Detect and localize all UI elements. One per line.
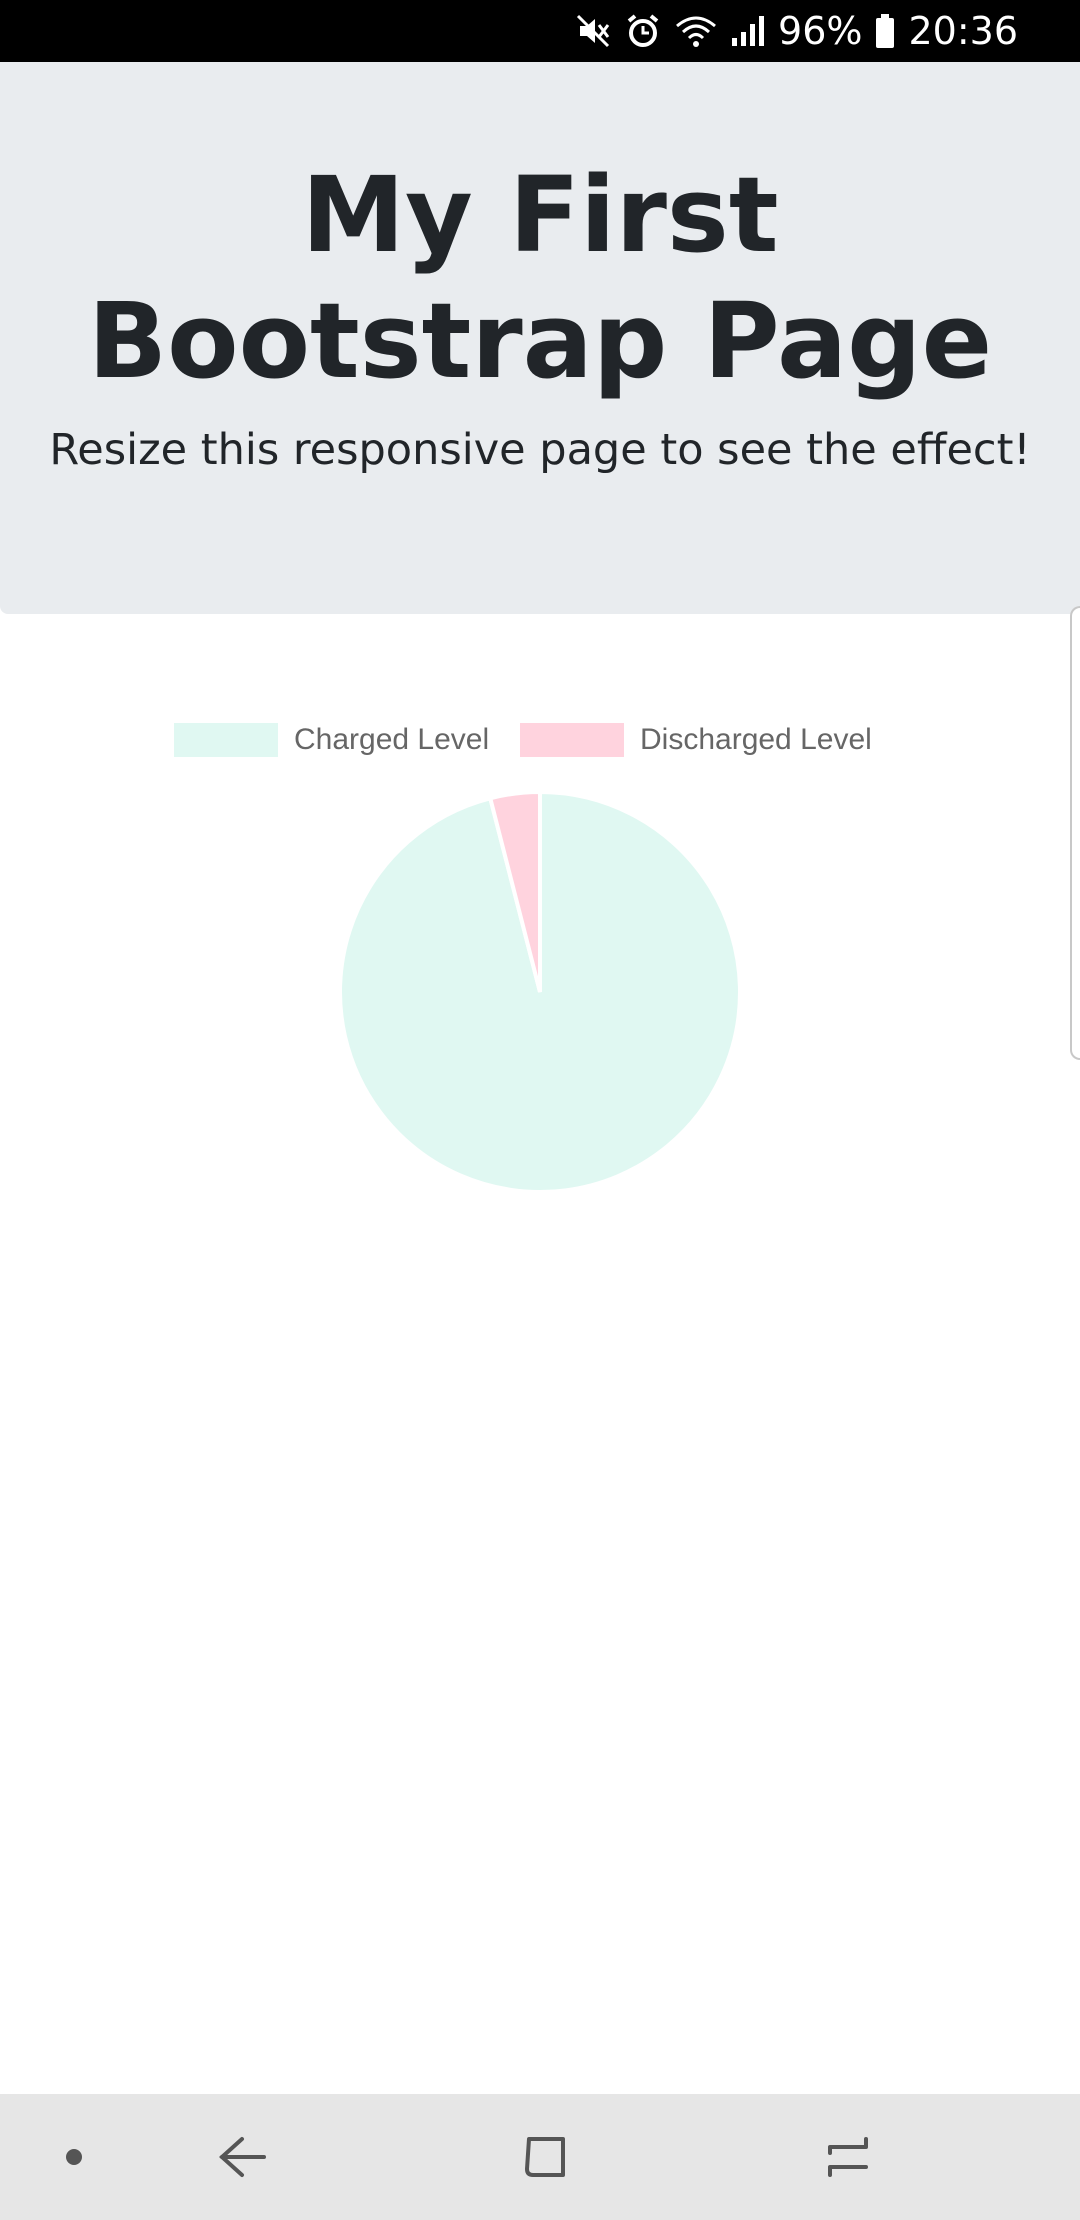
- battery-percent: 96%: [778, 9, 863, 53]
- legend-swatch-discharged: [520, 723, 624, 757]
- page-subtitle: Resize this responsive page to see the e…: [49, 425, 1031, 475]
- back-icon: [219, 2137, 266, 2177]
- battery-pie-chart: Charged Level Discharged Level: [0, 700, 1080, 1220]
- jumbotron: My First Bootstrap Page Resize this resp…: [0, 62, 1080, 614]
- chart-legend: Charged Level Discharged Level: [0, 700, 1080, 780]
- legend-item-charged[interactable]: Charged Level: [174, 722, 489, 758]
- legend-item-discharged[interactable]: Discharged Level: [520, 722, 872, 758]
- recents-icon: [828, 2137, 868, 2177]
- pie-plot: [338, 789, 742, 1194]
- status-bar: 96% 20:36: [0, 0, 1080, 62]
- home-icon: [525, 2137, 565, 2177]
- alarm-icon: [624, 12, 662, 50]
- status-icons: 96% 20:36: [574, 0, 1018, 62]
- nav-recents-button[interactable]: [788, 2094, 908, 2220]
- dot-icon: [66, 2149, 82, 2165]
- battery-icon: [874, 12, 896, 50]
- signal-icon: [730, 12, 766, 50]
- nav-home-button[interactable]: [485, 2094, 605, 2220]
- page-title: My First Bootstrap Page: [87, 154, 993, 402]
- legend-label-discharged: Discharged Level: [640, 723, 872, 756]
- mute-icon: [574, 12, 612, 50]
- legend-swatch-charged: [174, 723, 278, 757]
- nav-dot-button[interactable]: [14, 2094, 134, 2220]
- legend-label-charged: Charged Level: [294, 723, 490, 756]
- wifi-icon: [674, 12, 718, 50]
- navigation-bar: [0, 2094, 1080, 2220]
- clock: 20:36: [908, 9, 1018, 53]
- nav-back-button[interactable]: [182, 2094, 302, 2220]
